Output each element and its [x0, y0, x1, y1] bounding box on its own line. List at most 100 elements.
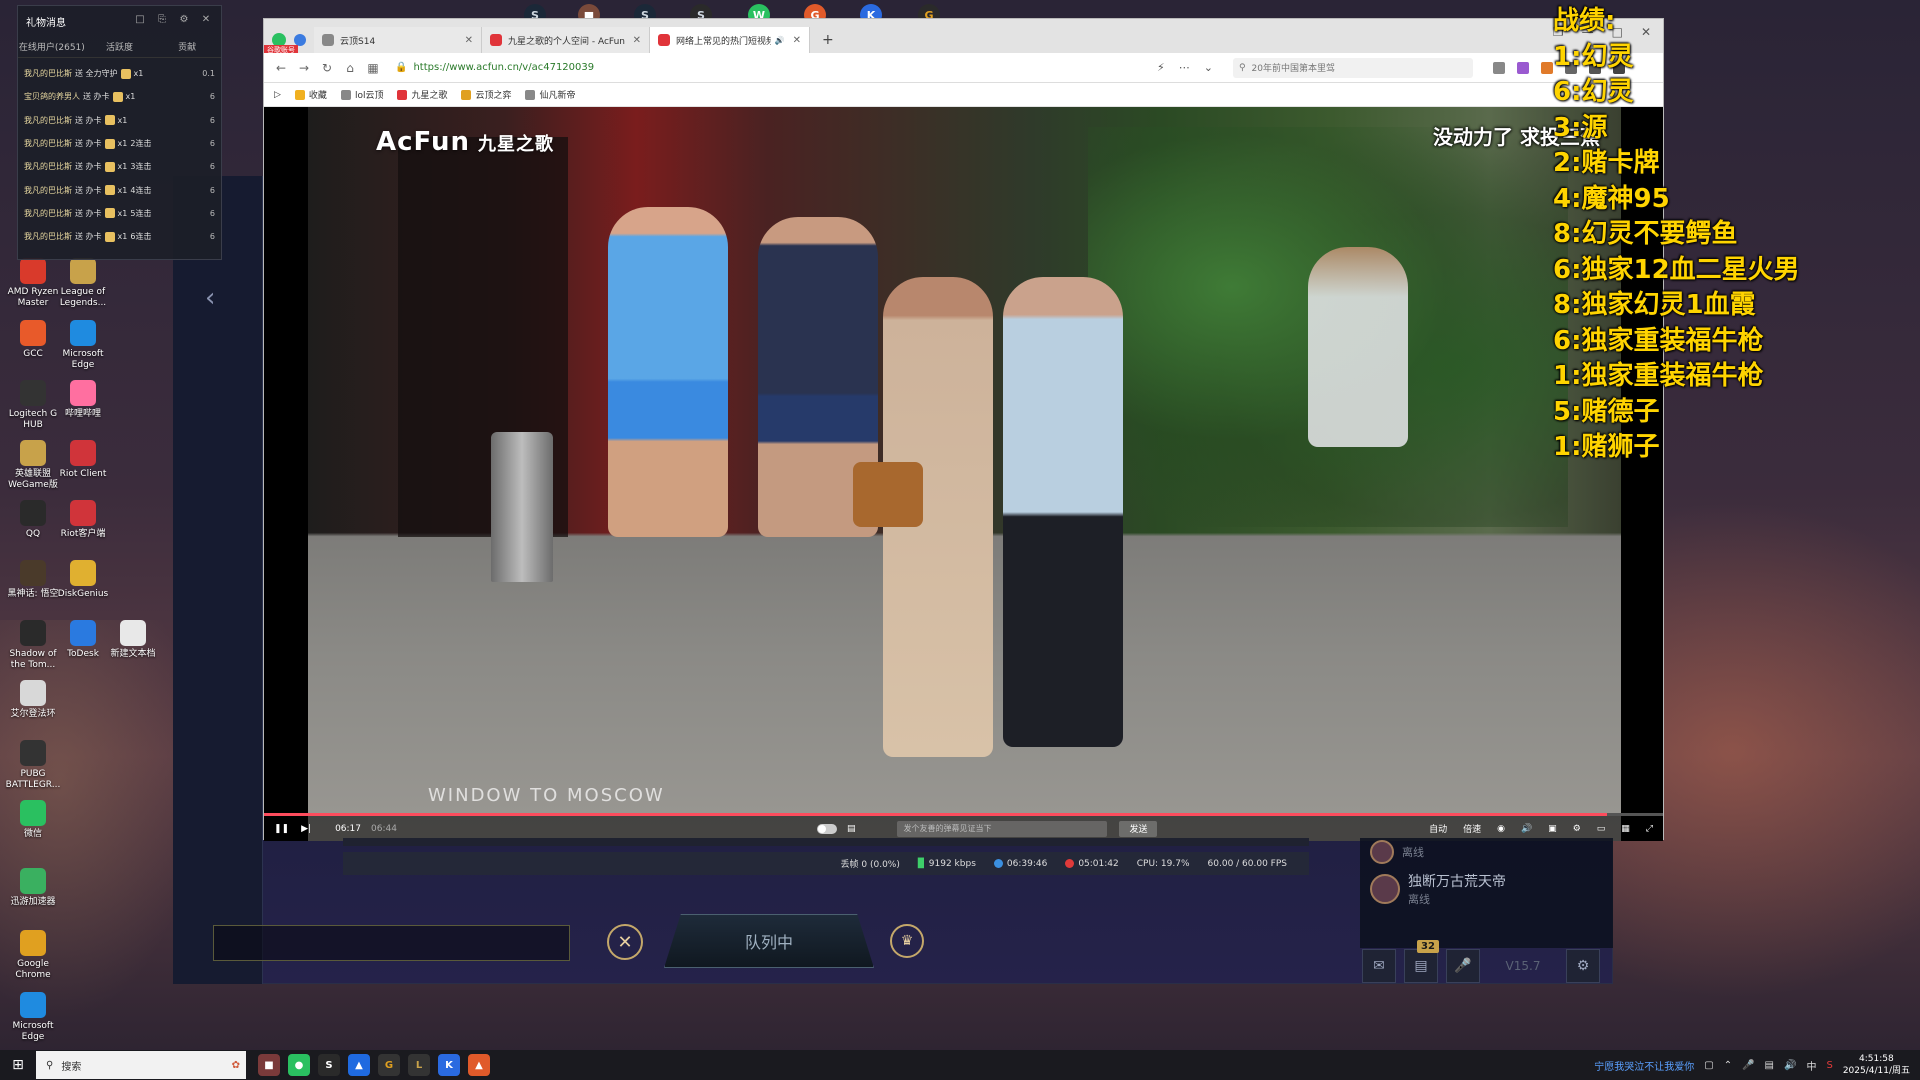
reload-icon[interactable]: ↻	[318, 59, 336, 77]
settings-icon[interactable]: ⚙	[1566, 949, 1600, 983]
desktop-shortcut[interactable]: Google Chrome	[4, 930, 62, 981]
desktop-shortcut[interactable]: Microsoft Edge	[4, 992, 62, 1043]
subtitle-icon[interactable]: ◉	[1497, 824, 1505, 834]
pause-icon[interactable]: ❚❚	[274, 824, 289, 834]
lightning-icon[interactable]: ⚡	[1157, 61, 1165, 74]
volume-icon[interactable]: 🔊	[1521, 824, 1532, 834]
network-icon[interactable]: ▤	[1765, 1060, 1774, 1071]
game-mode-icon[interactable]: ♛	[890, 924, 924, 958]
microphone-icon[interactable]: 🎤	[1742, 1060, 1754, 1071]
tray-icon[interactable]: ▢	[1704, 1060, 1713, 1071]
gift-user: 我凡的巴比斯	[24, 162, 72, 172]
lock-icon[interactable]: ⎘	[155, 14, 169, 28]
danmaku-toggle[interactable]	[816, 823, 837, 834]
browser-window: 云顶S14 ✕ 九星之歌的个人空间 - AcFun ✕ 网络上常见的热门短视频 🔊 ✕ + …	[263, 18, 1664, 841]
sidebar-toggle-icon[interactable]: ▷	[274, 90, 281, 100]
app-icon[interactable]: ▲	[348, 1054, 370, 1076]
volume-icon[interactable]: 🔊	[1784, 1060, 1796, 1071]
forward-icon[interactable]: →	[295, 59, 313, 77]
danmaku-off-icon[interactable]: ▣	[1548, 824, 1557, 834]
desktop-shortcut[interactable]: 艾尔登法环	[4, 680, 62, 720]
home-icon[interactable]: ⌂	[341, 59, 359, 77]
close-tab-icon[interactable]: ✕	[465, 35, 473, 46]
close-tab-icon[interactable]: ✕	[633, 35, 641, 46]
browser-tab[interactable]: 九星之歌的个人空间 - AcFun ✕	[482, 27, 650, 53]
start-icon[interactable]: ⊞	[0, 1050, 36, 1080]
app-icon[interactable]: ■	[258, 1054, 280, 1076]
browser-search-input[interactable]: ⚲ 20年前中国第本里驾	[1232, 57, 1473, 78]
queue-status-button[interactable]: 队列中	[664, 914, 874, 968]
extension-icon[interactable]	[1540, 61, 1553, 74]
notifications-icon[interactable]: ▤ 32	[1404, 940, 1439, 983]
chevron-down-icon[interactable]: ⌄	[1204, 61, 1213, 74]
tab-activity[interactable]: 活跃度	[86, 40, 154, 53]
copy-icon[interactable]: □	[133, 14, 147, 28]
chevron-up-icon[interactable]: ⌃	[1724, 1060, 1732, 1071]
video-frame[interactable]: AcFun 九星之歌 没动力了 求投三蕉 WINDOW TO MOSCOW	[308, 107, 1621, 841]
microphone-icon[interactable]: 🎤	[1446, 949, 1480, 983]
steam-icon[interactable]: S	[318, 1054, 340, 1076]
kook-icon[interactable]: K	[438, 1054, 460, 1076]
cancel-queue-button[interactable]: ✕	[607, 924, 643, 960]
bookmark-item[interactable]: 九星之歌	[397, 88, 447, 101]
desktop-shortcut[interactable]: DiskGenius	[54, 560, 112, 600]
settings-icon[interactable]: ⚙	[1573, 824, 1581, 834]
more-icon[interactable]: ⋯	[1179, 61, 1190, 74]
desktop-shortcut[interactable]: 迅游加速器	[4, 868, 62, 908]
desktop-shortcut[interactable]: Riot客户端	[54, 500, 112, 540]
browser-tab[interactable]: 网络上常见的热门短视频 🔊 ✕	[650, 27, 810, 53]
browser-tab[interactable]: 云顶S14 ✕	[314, 27, 482, 53]
send-danmaku-button[interactable]: 发送	[1119, 820, 1158, 837]
game-chat-input[interactable]	[213, 925, 570, 961]
desktop-shortcut[interactable]: PUBG BATTLEGR...	[4, 740, 62, 791]
settings-icon[interactable]: ⚙	[177, 14, 191, 28]
quality-button[interactable]: 自动	[1429, 822, 1447, 835]
desktop-shortcut[interactable]: League of Legends...	[54, 258, 112, 309]
taskbar-search[interactable]: ⚲ 搜索 ✿	[36, 1051, 246, 1079]
tab-contribution[interactable]: 贡献	[153, 40, 221, 53]
pip-icon[interactable]: ▦	[1621, 824, 1630, 834]
tab-online-users[interactable]: 在线用户(2651)	[18, 40, 86, 53]
desktop-shortcut[interactable]: 微信	[4, 800, 62, 840]
gift-user: 我凡的巴比斯	[24, 69, 72, 79]
speed-button[interactable]: 倍速	[1463, 822, 1481, 835]
friend-item[interactable]: 离线	[1360, 838, 1613, 866]
app-icon[interactable]: G	[378, 1054, 400, 1076]
sogou-icon[interactable]: S	[1826, 1060, 1832, 1071]
back-icon[interactable]: ←	[272, 59, 290, 77]
extension-icon[interactable]: ▦	[364, 59, 382, 77]
fullscreen-icon[interactable]: ⤢	[1646, 824, 1653, 834]
app-icon[interactable]: L	[408, 1054, 430, 1076]
friend-avatar	[1370, 840, 1394, 864]
friend-item[interactable]: 独断万古荒天帝 离线	[1360, 866, 1613, 912]
new-tab-button[interactable]: +	[822, 27, 834, 53]
app-icon[interactable]: ▲	[468, 1054, 490, 1076]
widescreen-icon[interactable]: ▭	[1597, 824, 1606, 834]
cpu-usage: CPU: 19.7%	[1136, 858, 1190, 869]
desktop-shortcut[interactable]: 哔哩哔哩	[54, 380, 112, 420]
browser-icon[interactable]: ●	[288, 1054, 310, 1076]
desktop-shortcut[interactable]: 新建文本档	[104, 620, 162, 660]
input-method[interactable]: 中	[1806, 1058, 1816, 1073]
bookmark-item[interactable]: 云顶之弈	[461, 88, 511, 101]
cut-icon[interactable]	[1492, 61, 1505, 74]
gift-icon	[104, 231, 115, 242]
desktop-shortcut[interactable]: Microsoft Edge	[54, 320, 112, 371]
url-input[interactable]: 🔒 https://www.acfun.cn/v/ac47120039	[387, 57, 1127, 79]
audio-icon[interactable]: 🔊	[775, 36, 785, 45]
bookmark-item[interactable]: lol云顶	[340, 88, 383, 101]
desktop-shortcut[interactable]: Riot Client	[54, 440, 112, 480]
gift-message-panel: 礼物消息 □ ⎘ ⚙ ✕ 在线用户(2651) 活跃度 贡献 我凡的巴比斯送 全…	[17, 5, 222, 260]
danmaku-settings-icon[interactable]: ▤	[847, 824, 856, 834]
chevron-left-icon[interactable]: ‹	[205, 283, 215, 313]
bookmark-item[interactable]: 收藏	[294, 88, 327, 101]
close-icon[interactable]: ✕	[199, 14, 213, 28]
clock[interactable]: 4:51:58 2025/4/11/周五	[1843, 1053, 1910, 1077]
chat-icon[interactable]: ✉	[1362, 949, 1396, 983]
extension-icon[interactable]	[1516, 61, 1529, 74]
danmaku-input[interactable]: 发个友善的弹幕见证当下	[897, 820, 1108, 837]
video-player[interactable]: AcFun 九星之歌 没动力了 求投三蕉 WINDOW TO MOSCOW ❚❚ …	[264, 107, 1663, 841]
close-tab-icon[interactable]: ✕	[793, 35, 801, 46]
next-icon[interactable]: ▶|	[301, 824, 311, 834]
bookmark-item[interactable]: 仙凡新帝	[525, 88, 576, 101]
